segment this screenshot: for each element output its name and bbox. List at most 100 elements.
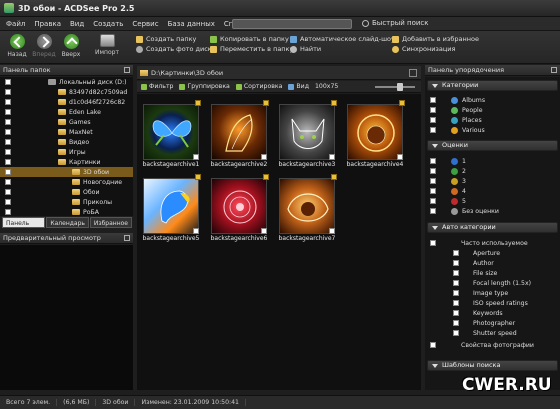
tree-item[interactable]: РоБА [0,207,133,216]
thumbnail[interactable]: backstagearchive3 [275,100,339,170]
rating-item[interactable]: Без оценки [425,206,560,216]
thumbnail-checkbox[interactable] [329,154,335,160]
tree-item[interactable]: Обои [0,187,133,197]
auto-item[interactable]: Focal length (1.5x) [425,278,560,288]
auto-item-checkbox[interactable] [453,280,459,286]
auto-item-checkbox[interactable] [453,310,459,316]
auto-item[interactable]: Image type [425,288,560,298]
category-checkbox[interactable] [430,97,436,103]
tree-checkbox[interactable] [5,149,11,155]
find-button[interactable]: Найти [290,44,395,54]
thumbnail-checkbox[interactable] [329,228,335,234]
tree-checkbox[interactable] [5,209,11,215]
tab-folders[interactable]: Панель папок [2,217,46,238]
path-bar[interactable]: D:\Картинки\3D обои [137,66,421,80]
close-panel-icon[interactable] [124,67,130,73]
path-dropdown-icon[interactable] [409,69,417,77]
auto-item[interactable]: File size [425,268,560,278]
group-button[interactable]: Группировка [179,83,230,90]
rating-item[interactable]: 3 [425,176,560,186]
thumbnail[interactable]: backstagearchive6 [207,174,271,244]
tree-item[interactable]: Games [0,117,133,127]
close-panel-icon[interactable] [124,235,130,241]
tree-checkbox[interactable] [5,189,11,195]
tree-item[interactable]: 83497d82c7509ad [0,87,133,97]
zoom-slider[interactable] [375,86,415,88]
rating-checkbox[interactable] [430,158,436,164]
zoom-slider-handle[interactable] [397,83,403,91]
auto-item[interactable]: Shutter speed [425,328,560,338]
tree-item[interactable]: Локальный диск (D:) [0,77,133,87]
rating-item[interactable]: 5 [425,196,560,206]
menu-database[interactable]: База данных [168,20,215,28]
tree-checkbox[interactable] [5,169,11,175]
auto-item-checkbox[interactable] [453,290,459,296]
tree-checkbox[interactable] [5,119,11,125]
copy-to-folder-button[interactable]: Копировать в папку [210,34,293,44]
close-panel-icon[interactable] [551,67,557,73]
tree-checkbox[interactable] [5,109,11,115]
view-button[interactable]: Вид [288,83,309,90]
auto-group-checkbox[interactable] [430,240,436,246]
auto-item-checkbox[interactable] [453,320,459,326]
create-disc-button[interactable]: Создать фото диск [136,44,212,54]
auto-item[interactable]: Keywords [425,308,560,318]
category-item[interactable]: Various [425,125,560,135]
up-button[interactable]: Вверх [58,34,84,58]
saved-searches-section[interactable]: Шаблоны поиска [427,360,558,371]
menu-edit[interactable]: Правка [34,20,61,28]
tree-item[interactable]: Игры [0,147,133,157]
tree-checkbox[interactable] [5,139,11,145]
rating-checkbox[interactable] [430,188,436,194]
thumbnail-checkbox[interactable] [193,154,199,160]
thumbnail-checkbox[interactable] [193,228,199,234]
thumbnail[interactable]: backstagearchive4 [343,100,407,170]
rating-checkbox[interactable] [430,178,436,184]
auto-item-checkbox[interactable] [453,330,459,336]
category-item[interactable]: People [425,105,560,115]
thumbnail[interactable]: backstagearchive7 [275,174,339,244]
auto-group[interactable]: Часто используемое [425,238,560,248]
move-to-folder-button[interactable]: Переместить в папку [210,44,293,54]
create-folder-button[interactable]: Создать папку [136,34,212,44]
auto-item[interactable]: Aperture [425,248,560,258]
tree-item[interactable]: Новогодние [0,177,133,187]
thumbnail[interactable]: backstagearchive2 [207,100,271,170]
category-item[interactable]: Places [425,115,560,125]
tree-item-selected[interactable]: 3D обои [0,167,133,177]
auto-item-checkbox[interactable] [453,300,459,306]
auto-item-checkbox[interactable] [453,250,459,256]
tree-checkbox[interactable] [5,99,11,105]
forward-button[interactable]: Вперед [31,34,57,58]
auto-item-checkbox[interactable] [453,260,459,266]
rating-item[interactable]: 2 [425,166,560,176]
thumbnail[interactable]: backstagearchive1 [139,100,203,170]
menu-file[interactable]: Файл [6,20,25,28]
tab-calendar[interactable]: Календарь [46,217,89,228]
menu-create[interactable]: Создать [93,20,123,28]
tree-checkbox[interactable] [5,159,11,165]
tree-item[interactable]: Картинки [0,157,133,167]
thumbnail[interactable]: backstagearchive5 [139,174,203,244]
rating-item[interactable]: 4 [425,186,560,196]
rating-item[interactable]: 1 [425,156,560,166]
category-checkbox[interactable] [430,127,436,133]
menu-tools[interactable]: Сервис [132,20,158,28]
tree-checkbox[interactable] [5,79,11,85]
import-button[interactable]: Импорт [90,34,124,56]
tree-item[interactable]: Приколы [0,197,133,207]
auto-item[interactable]: Author [425,258,560,268]
photo-properties-checkbox[interactable] [430,342,436,348]
back-button[interactable]: Назад [4,34,30,58]
auto-item[interactable]: ISO speed ratings [425,298,560,308]
add-favorites-button[interactable]: Добавить в избранное [392,34,479,44]
thumbnail-checkbox[interactable] [397,154,403,160]
category-item[interactable]: Albums [425,95,560,105]
category-checkbox[interactable] [430,117,436,123]
photo-properties-group[interactable]: Свойства фотографии [425,340,560,350]
auto-item-checkbox[interactable] [453,270,459,276]
categories-section[interactable]: Категории [427,80,558,91]
tree-checkbox[interactable] [5,89,11,95]
thumbnail-checkbox[interactable] [261,228,267,234]
tree-checkbox[interactable] [5,129,11,135]
